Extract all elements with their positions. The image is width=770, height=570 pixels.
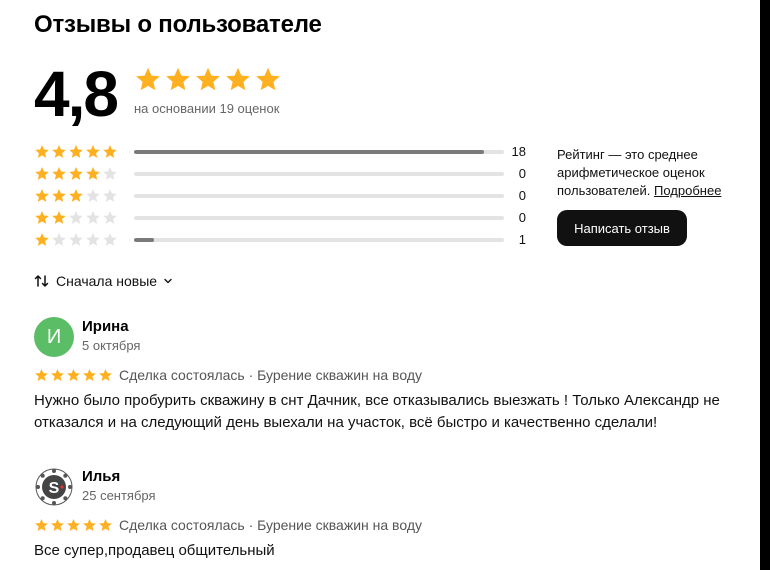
sort-label: Сначала новые: [56, 273, 158, 289]
star-filled-icon: [196, 67, 220, 91]
chevron-down-icon: [163, 277, 173, 285]
average-rating: 4,8: [34, 58, 119, 130]
deal-status: Сделка состоялась · Бурение скважин на в…: [119, 367, 422, 383]
star-filled-icon: [51, 368, 64, 381]
star-filled-icon: [52, 189, 66, 202]
star-filled-icon: [35, 189, 49, 202]
page-title: Отзывы о пользователе: [34, 11, 322, 38]
star-filled-icon: [256, 67, 280, 91]
reviews-panel: Отзывы о пользователе 4,8 на основании 1…: [0, 0, 760, 570]
star-filled-icon: [103, 145, 117, 158]
sort-arrows-icon: [34, 274, 50, 288]
star-filled-icon: [99, 518, 112, 531]
review-text: Все супер,продавец общительный: [34, 542, 275, 559]
distribution-row-1: 1: [34, 230, 534, 250]
star-filled-icon: [67, 368, 80, 381]
review-meta: Сделка состоялась · Бурение скважин на в…: [34, 517, 422, 533]
star-empty-icon: [69, 233, 83, 246]
star-filled-icon: [35, 518, 48, 531]
avatar[interactable]: S: [34, 467, 74, 507]
distribution-row-3: 0: [34, 186, 534, 206]
avatar-letter: И: [46, 325, 62, 348]
distribution-count: 0: [518, 188, 526, 203]
star-filled-icon: [99, 368, 112, 381]
star-empty-icon: [103, 233, 117, 246]
star-filled-icon: [52, 167, 66, 180]
distribution-bar-fill: [134, 150, 485, 154]
distribution-count: 18: [511, 144, 526, 159]
star-filled-icon: [35, 167, 49, 180]
review-stars: [34, 368, 113, 383]
star-filled-icon: [51, 518, 64, 531]
star-filled-icon: [35, 233, 49, 246]
star-filled-icon: [35, 211, 49, 224]
row-stars: [34, 166, 118, 182]
star-filled-icon: [226, 67, 250, 91]
rating-info: Рейтинг — это среднее арифметическое оце…: [557, 146, 747, 200]
distribution-row-4: 0: [34, 164, 534, 184]
star-empty-icon: [52, 233, 66, 246]
reviewer-name[interactable]: Илья: [82, 468, 120, 485]
row-stars: [34, 232, 118, 248]
review-meta: Сделка состоялась · Бурение скважин на в…: [34, 367, 422, 383]
review-date: 25 сентября: [82, 488, 156, 503]
distribution-bar-fill: [134, 238, 154, 242]
deal-status: Сделка состоялась · Бурение скважин на в…: [119, 517, 422, 533]
star-empty-icon: [86, 211, 100, 224]
row-stars: [34, 210, 118, 226]
syndicate-logo-icon: S: [34, 467, 74, 507]
reviewer-name[interactable]: Ирина: [82, 318, 129, 335]
distribution-count: 0: [518, 166, 526, 181]
sort-dropdown[interactable]: Сначала новые: [34, 273, 173, 289]
star-empty-icon: [103, 211, 117, 224]
review-date: 5 октября: [82, 338, 141, 353]
review-text: Нужно было пробурить скважину в снт Дачн…: [34, 392, 720, 431]
star-filled-icon: [166, 67, 190, 91]
more-info-link[interactable]: Подробнее: [654, 183, 721, 198]
star-filled-icon: [83, 518, 96, 531]
star-filled-icon: [69, 189, 83, 202]
avatar[interactable]: И: [34, 317, 74, 357]
star-filled-icon: [52, 211, 66, 224]
distribution-row-5: 18: [34, 142, 534, 162]
star-filled-icon: [67, 518, 80, 531]
distribution-bar: [134, 150, 504, 154]
distribution-bar: [134, 238, 504, 242]
star-filled-icon: [35, 368, 48, 381]
row-stars: [34, 144, 118, 160]
distribution-row-2: 0: [34, 208, 534, 228]
star-empty-icon: [86, 189, 100, 202]
star-empty-icon: [86, 233, 100, 246]
svg-text:S: S: [49, 480, 60, 497]
distribution-count: 0: [518, 210, 526, 225]
star-filled-icon: [52, 145, 66, 158]
review-stars: [34, 518, 113, 533]
row-stars: [34, 188, 118, 204]
distribution-bar: [134, 216, 504, 220]
star-filled-icon: [86, 145, 100, 158]
star-filled-icon: [83, 368, 96, 381]
distribution-bar: [134, 194, 504, 198]
star-filled-icon: [35, 145, 49, 158]
average-rating-stars: [134, 66, 282, 94]
star-empty-icon: [103, 189, 117, 202]
star-filled-icon: [69, 167, 83, 180]
ratings-count: на основании 19 оценок: [134, 101, 280, 116]
star-empty-icon: [103, 167, 117, 180]
distribution-count: 1: [518, 232, 526, 247]
star-filled-icon: [69, 145, 83, 158]
distribution-bar: [134, 172, 504, 176]
star-filled-icon: [86, 167, 100, 180]
write-review-button[interactable]: Написать отзыв: [557, 210, 687, 246]
star-empty-icon: [69, 211, 83, 224]
star-filled-icon: [136, 67, 160, 91]
